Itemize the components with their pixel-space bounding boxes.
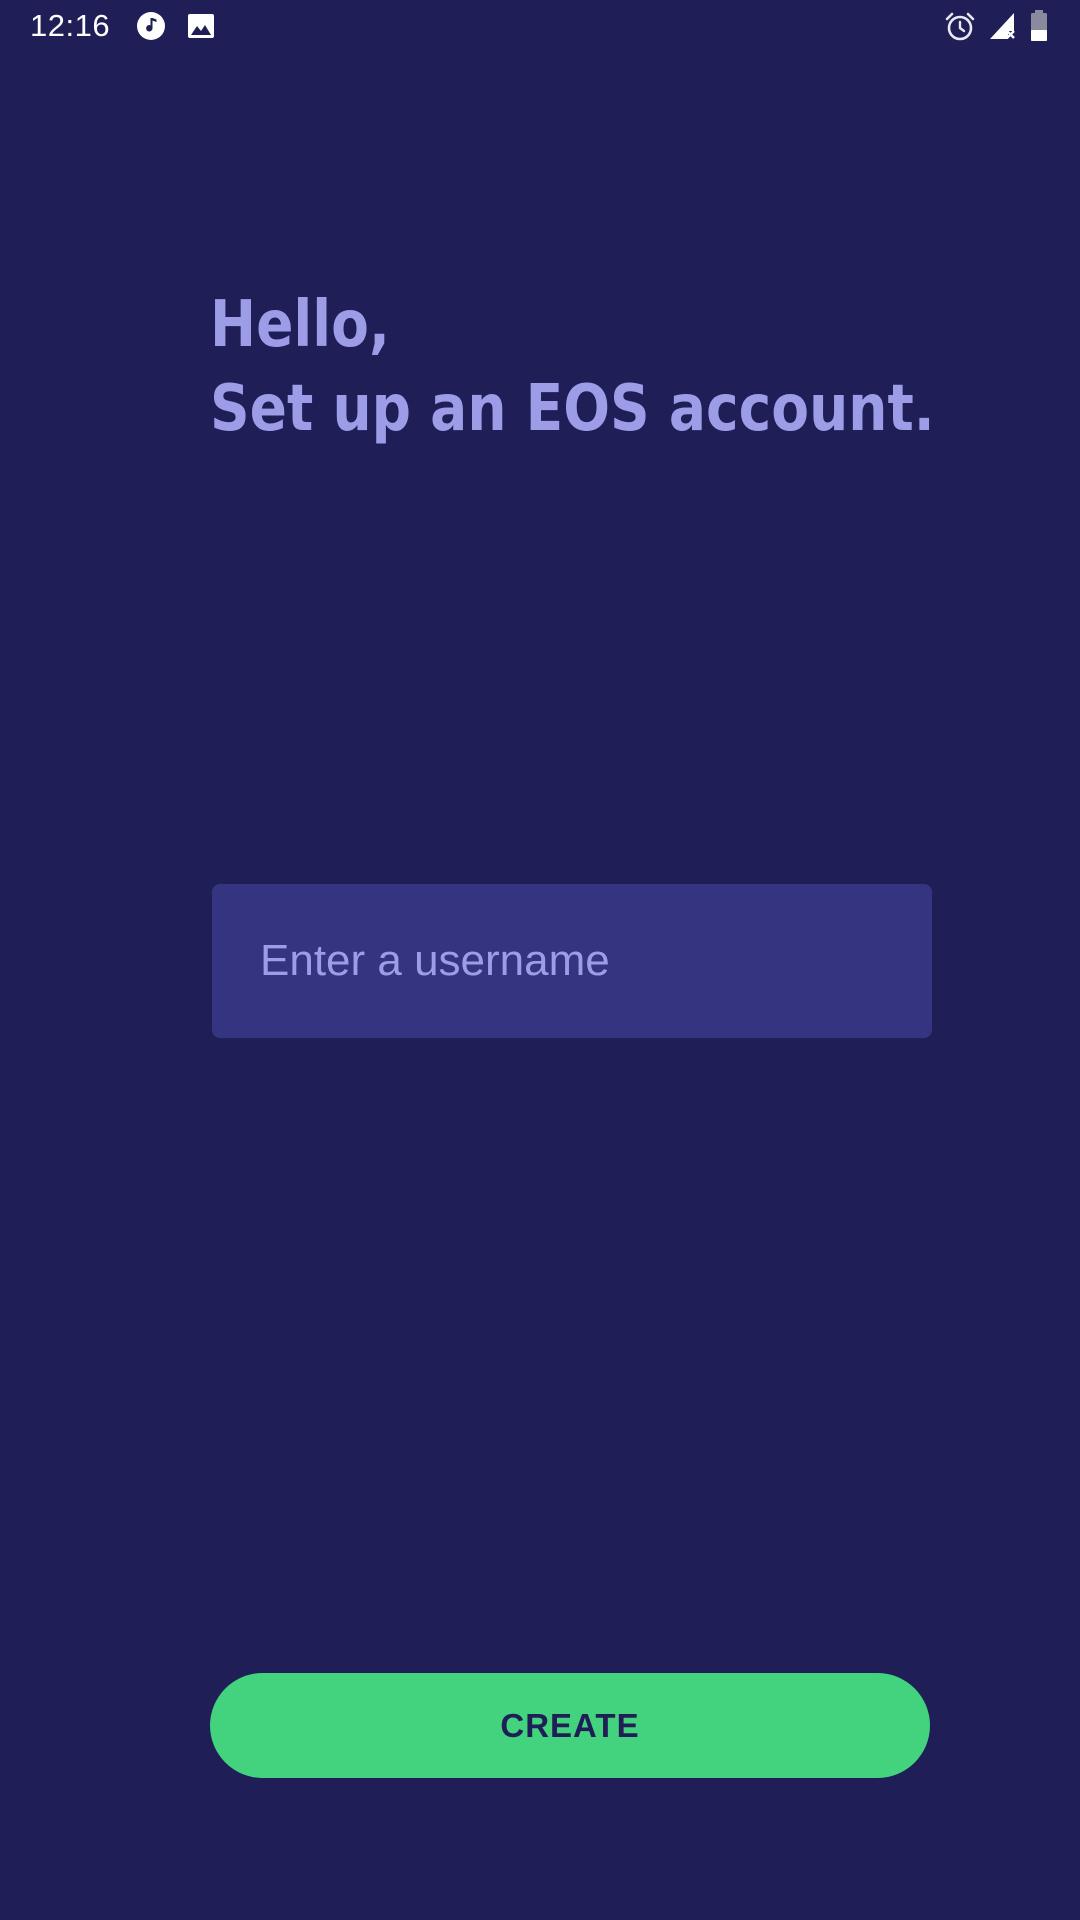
- greeting-line-setup: Set up an EOS account.: [210, 372, 935, 446]
- alarm-icon: [945, 12, 975, 41]
- battery-icon: [1031, 10, 1047, 41]
- signal-no-service-icon: [990, 13, 1015, 39]
- username-field[interactable]: [212, 884, 932, 1038]
- create-button[interactable]: CREATE: [210, 1673, 930, 1778]
- status-time: 12:16: [30, 8, 111, 43]
- setup-screen: 12:16 Hello, Set up an EOS account. Ente…: [0, 0, 1080, 1920]
- greeting-heading: Hello, Set up an EOS account.: [210, 283, 935, 451]
- music-note-icon: [137, 12, 165, 40]
- status-bar: 12:16: [0, 0, 1080, 54]
- greeting-line-hello: Hello,: [210, 288, 390, 362]
- username-input[interactable]: [260, 884, 900, 1038]
- image-icon: [188, 14, 214, 38]
